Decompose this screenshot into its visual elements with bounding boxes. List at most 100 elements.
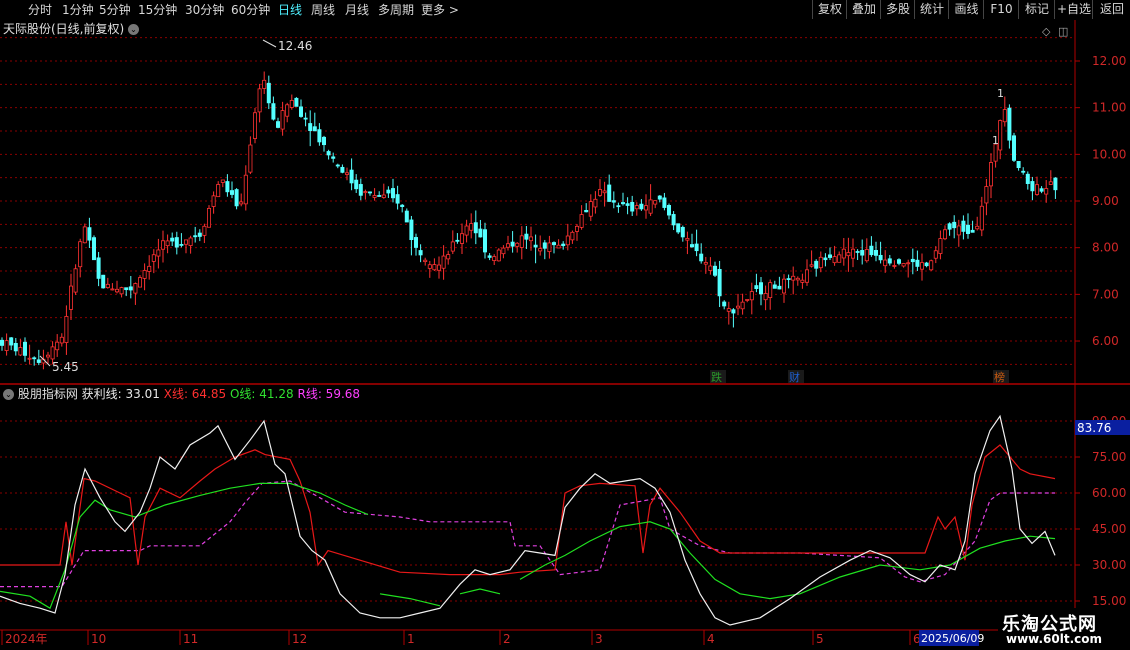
candle-body bbox=[409, 219, 414, 241]
date-label-4: 1 bbox=[407, 632, 415, 646]
indicator-tick-label: 75.00 bbox=[1092, 450, 1126, 464]
candle-body bbox=[570, 231, 575, 241]
toolbar-button-7[interactable]: +自选 bbox=[1054, 0, 1093, 19]
candle-body bbox=[892, 265, 897, 267]
candle-body bbox=[335, 164, 340, 167]
candle-body bbox=[924, 262, 929, 267]
indicator-item-x: X线: 64.85 bbox=[163, 387, 227, 401]
candle-body bbox=[795, 277, 800, 281]
candle-body bbox=[878, 254, 883, 261]
candle-body bbox=[975, 225, 980, 230]
toolbar-button-3[interactable]: 统计 bbox=[914, 0, 949, 19]
candle-body bbox=[492, 256, 497, 261]
candle-body bbox=[947, 223, 952, 230]
candle-body bbox=[814, 260, 819, 269]
period-tab-6[interactable]: 日线 bbox=[278, 1, 302, 19]
candle-body bbox=[726, 308, 731, 312]
candle-body bbox=[69, 285, 74, 310]
candle-body bbox=[717, 268, 722, 297]
toolbar-button-8[interactable]: 返回 bbox=[1092, 0, 1130, 19]
candle-body bbox=[183, 239, 188, 245]
candle-body bbox=[331, 156, 336, 159]
candle-body bbox=[390, 188, 395, 199]
candle-body bbox=[970, 229, 975, 233]
chevron-down-icon[interactable]: ⌄ bbox=[128, 24, 140, 35]
candle-body bbox=[377, 195, 382, 197]
toolbar-button-4[interactable]: 画线 bbox=[948, 0, 984, 19]
candle-body bbox=[897, 259, 902, 264]
period-tab-3[interactable]: 15分钟 bbox=[138, 1, 177, 19]
candle-body bbox=[547, 242, 552, 252]
candle-body bbox=[929, 260, 934, 271]
candle-body bbox=[823, 257, 828, 261]
candle-body bbox=[1039, 188, 1044, 192]
candle-body bbox=[1048, 181, 1053, 185]
candle-body bbox=[262, 79, 267, 89]
toolbar-button-5[interactable]: F10 bbox=[983, 0, 1019, 19]
candle-body bbox=[575, 225, 580, 232]
candle-body bbox=[280, 110, 285, 130]
candle-body bbox=[358, 184, 363, 196]
candle-body bbox=[984, 186, 989, 204]
toolbar-button-0[interactable]: 复权 bbox=[812, 0, 847, 19]
price-tick-label: 12.00 bbox=[1092, 54, 1126, 68]
candle-body bbox=[160, 240, 165, 250]
candle-body bbox=[579, 214, 584, 228]
period-tab-7[interactable]: 周线 bbox=[311, 1, 335, 19]
candle-body bbox=[478, 228, 483, 238]
chevron-down-icon[interactable]: ⌄ bbox=[3, 389, 14, 400]
candle-body bbox=[943, 229, 948, 240]
period-tab-9[interactable]: 多周期 bbox=[378, 1, 414, 19]
toolbar-button-6[interactable]: 标记 bbox=[1018, 0, 1055, 19]
candle-body bbox=[372, 195, 377, 198]
period-tab-8[interactable]: 月线 bbox=[345, 1, 369, 19]
candle-body bbox=[989, 162, 994, 187]
candle-body bbox=[13, 342, 18, 352]
candle-body bbox=[87, 227, 92, 241]
candle-body bbox=[105, 283, 110, 289]
candle-body bbox=[312, 126, 317, 132]
candle-body bbox=[685, 238, 690, 241]
candle-body bbox=[832, 256, 837, 264]
candle-body bbox=[657, 195, 662, 200]
candle-body bbox=[906, 262, 911, 265]
candle-body bbox=[851, 248, 856, 259]
candle-body bbox=[1021, 170, 1026, 173]
candle-body bbox=[809, 264, 814, 267]
chart-area[interactable]: 12.00 11.00 10.00 9.00 8.00 7.00 6.00 12.46 5.45… bbox=[0, 20, 1130, 650]
candle-body bbox=[855, 251, 860, 253]
period-tab-4[interactable]: 30分钟 bbox=[185, 1, 224, 19]
candle-body bbox=[607, 184, 612, 202]
candle-body bbox=[584, 210, 589, 213]
candle-body bbox=[395, 194, 400, 204]
toolbar-button-1[interactable]: 叠加 bbox=[846, 0, 881, 19]
indicator-item-o: O线: 41.28 bbox=[229, 387, 294, 401]
candle-body bbox=[436, 264, 441, 271]
candle-body bbox=[115, 288, 120, 293]
candle-body bbox=[791, 275, 796, 281]
period-tab-5[interactable]: 60分钟 bbox=[231, 1, 270, 19]
candle-body bbox=[151, 254, 156, 262]
candle-body bbox=[386, 189, 391, 194]
candle-body bbox=[680, 226, 685, 238]
toolbar-button-2[interactable]: 多股 bbox=[880, 0, 915, 19]
candle-body bbox=[321, 136, 326, 146]
candle-body bbox=[901, 263, 906, 267]
period-tab-0[interactable]: 分时 bbox=[28, 1, 52, 19]
candle-body bbox=[9, 337, 14, 346]
candle-body bbox=[92, 237, 97, 261]
candle-body bbox=[740, 301, 745, 310]
period-tab-2[interactable]: 5分钟 bbox=[99, 1, 131, 19]
candle-body bbox=[124, 287, 129, 291]
event-badge-1: 财 bbox=[789, 370, 800, 384]
candle-body bbox=[920, 262, 925, 270]
period-tab-1[interactable]: 1分钟 bbox=[62, 1, 94, 19]
candle-body bbox=[593, 198, 598, 208]
candle-body bbox=[676, 223, 681, 233]
current-date-label: 2025/06/09 bbox=[921, 632, 984, 645]
candle-body bbox=[450, 241, 455, 252]
candle-body bbox=[1016, 161, 1021, 169]
candle-body bbox=[1012, 135, 1017, 161]
period-tab-10[interactable]: 更多 > bbox=[421, 1, 459, 19]
candle-body bbox=[818, 256, 823, 269]
